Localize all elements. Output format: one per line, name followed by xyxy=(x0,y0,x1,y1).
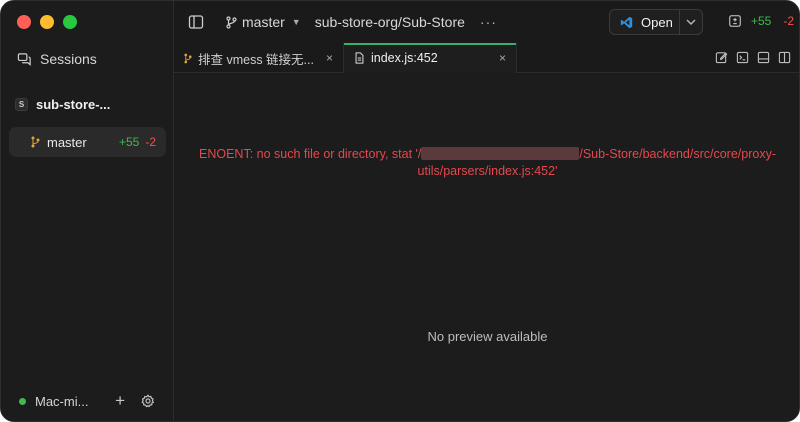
tab-actions xyxy=(715,51,791,64)
window-controls xyxy=(17,15,77,29)
open-button-label: Open xyxy=(641,14,673,30)
repo-name: sub-store-... xyxy=(36,97,111,112)
branch-selector[interactable]: master ▼ xyxy=(226,14,301,30)
chat-bubbles-icon xyxy=(17,52,31,66)
sidebar-footer: Mac-mi... + xyxy=(1,379,173,421)
tab-label: 排查 vmess 链接无... xyxy=(198,52,314,67)
split-horizontal-icon[interactable] xyxy=(757,51,770,64)
tab-index-js[interactable]: index.js:452 × xyxy=(344,43,517,73)
error-suffix: /Sub-Store/backend/src/core/proxy- xyxy=(579,147,776,161)
sidebar-toggle-icon[interactable] xyxy=(188,14,204,30)
online-status-indicator xyxy=(19,397,26,405)
sidebar-item-master[interactable]: master +55 -2 xyxy=(9,127,166,157)
machine-name[interactable]: Mac-mi... xyxy=(35,394,99,409)
app-window: Sessions S sub-store-... master +55 -2 M… xyxy=(0,0,800,422)
total-lines-removed: -2 xyxy=(783,14,795,28)
empty-state-message: No preview available xyxy=(427,329,548,344)
error-prefix: ENOENT: no such file or directory, stat … xyxy=(199,147,422,161)
redacted-path xyxy=(421,147,580,160)
gear-icon xyxy=(141,394,155,408)
tab-session[interactable]: 排查 vmess 链接无... × xyxy=(174,43,344,73)
more-options-button[interactable]: ··· xyxy=(480,14,497,30)
tab-label: index.js:452 xyxy=(371,51,438,65)
sidebar: Sessions S sub-store-... master +55 -2 M… xyxy=(1,1,174,421)
lines-removed: -2 xyxy=(145,135,156,149)
sidebar-repo[interactable]: S sub-store-... xyxy=(15,97,110,112)
open-options-dropdown[interactable] xyxy=(680,19,702,25)
settings-button[interactable] xyxy=(141,394,155,408)
git-branch-icon xyxy=(31,136,40,148)
vscode-icon xyxy=(620,16,633,28)
branch-label: master xyxy=(47,134,87,150)
chevron-down-icon xyxy=(686,19,696,25)
close-window-button[interactable] xyxy=(17,15,31,29)
open-in-editor-group: Open xyxy=(609,9,703,35)
close-tab-button[interactable]: × xyxy=(326,51,333,65)
total-lines-added: +55 xyxy=(751,14,772,28)
diff-file-icon xyxy=(729,15,741,27)
lines-added: +55 xyxy=(118,135,140,149)
error-line-1: ENOENT: no such file or directory, stat … xyxy=(174,146,799,163)
chevron-down-icon: ▼ xyxy=(291,17,301,27)
sessions-header[interactable]: Sessions xyxy=(17,51,97,67)
repo-path[interactable]: sub-store-org/Sub-Store xyxy=(315,14,465,30)
repo-badge: S xyxy=(15,98,28,111)
git-branch-icon xyxy=(226,15,237,29)
git-branch-icon xyxy=(184,53,192,63)
file-preview-pane: ENOENT: no such file or directory, stat … xyxy=(174,74,799,421)
sessions-label: Sessions xyxy=(40,51,97,67)
top-bar: master ▼ sub-store-org/Sub-Store ··· Ope… xyxy=(174,1,799,43)
error-line-2: utils/parsers/index.js:452' xyxy=(417,164,558,178)
edit-icon[interactable] xyxy=(715,51,728,64)
add-session-button[interactable]: + xyxy=(115,391,125,411)
file-icon xyxy=(355,52,364,64)
terminal-icon[interactable] xyxy=(736,51,749,64)
tab-bar: 排查 vmess 链接无... × index.js:452 × xyxy=(174,43,799,73)
close-tab-button[interactable]: × xyxy=(499,51,506,65)
zoom-window-button[interactable] xyxy=(63,15,77,29)
branch-selector-label: master xyxy=(242,14,285,30)
split-vertical-icon[interactable] xyxy=(778,51,791,64)
diff-summary[interactable]: +55 -2 xyxy=(728,14,794,28)
minimize-window-button[interactable] xyxy=(40,15,54,29)
open-button[interactable]: Open xyxy=(610,10,680,34)
error-message: ENOENT: no such file or directory, stat … xyxy=(174,146,799,180)
